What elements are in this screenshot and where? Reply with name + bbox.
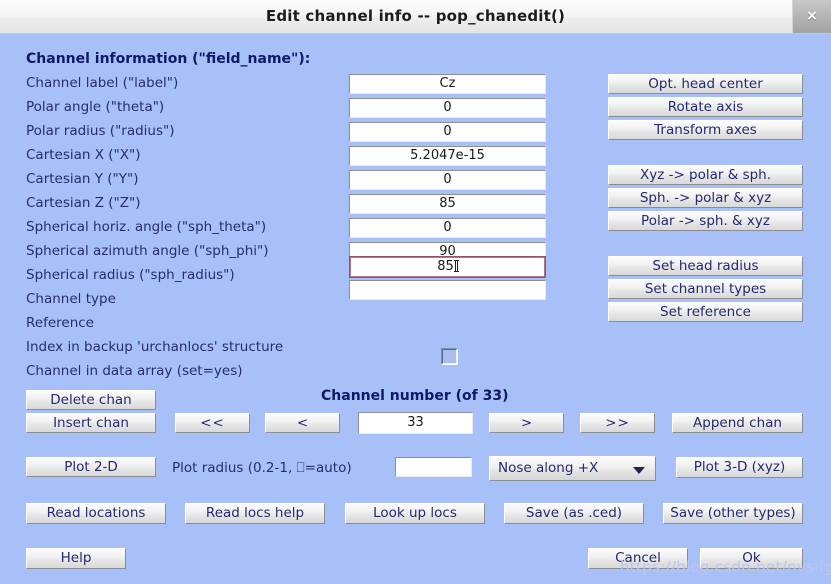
prev-channel-button[interactable]: < xyxy=(265,413,340,433)
read-locations-button[interactable]: Read locations xyxy=(26,503,166,524)
channel-number-input[interactable]: 33 xyxy=(358,412,473,434)
field-label-sph-radius: Spherical radius ("sph_radius") xyxy=(26,267,235,283)
field-label-cartesian-z: Cartesian Z ("Z") xyxy=(26,195,141,211)
field-label-reference: Reference xyxy=(26,315,94,331)
delete-chan-button[interactable]: Delete chan xyxy=(26,390,156,410)
plot-2d-button[interactable]: Plot 2-D xyxy=(26,457,156,477)
channel-number-heading: Channel number (of 33) xyxy=(321,388,509,404)
sph-radius-input[interactable]: 85 xyxy=(349,256,546,278)
field-label-backup-index: Index in backup 'urchanlocs' structure xyxy=(26,339,284,355)
xyz-to-polar-sph-button[interactable]: Xyz -> polar & sph. xyxy=(608,165,803,185)
cartesian-x-input[interactable]: 5.2047e-15 xyxy=(349,146,546,166)
window-title: Edit channel info -- pop_chanedit() xyxy=(265,7,566,25)
transform-axes-button[interactable]: Transform axes xyxy=(608,120,803,140)
channel-in-data-array-checkbox[interactable] xyxy=(441,348,458,365)
rotate-axis-button[interactable]: Rotate axis xyxy=(608,97,803,117)
channel-label-input[interactable]: Cz xyxy=(349,74,546,94)
polar-to-sph-xyz-button[interactable]: Polar -> sph. & xyz xyxy=(608,211,803,231)
set-reference-button[interactable]: Set reference xyxy=(608,302,803,322)
opt-head-center-button[interactable]: Opt. head center xyxy=(608,74,803,94)
field-label-sph-theta: Spherical horiz. angle ("sph_theta") xyxy=(26,219,267,235)
close-icon[interactable]: × xyxy=(792,0,831,33)
field-label-polar-radius: Polar radius ("radius") xyxy=(26,123,175,139)
field-label-channel-in-array: Channel in data array (set=yes) xyxy=(26,363,243,379)
nose-orientation-value: Nose along +X xyxy=(498,460,599,476)
look-up-locs-button[interactable]: Look up locs xyxy=(345,503,485,524)
title-bar: Edit channel info -- pop_chanedit() × xyxy=(0,0,831,34)
insert-chan-button[interactable]: Insert chan xyxy=(26,413,156,433)
plot-3d-button[interactable]: Plot 3-D (xyz) xyxy=(676,457,803,478)
field-label-polar-angle: Polar angle ("theta") xyxy=(26,99,165,115)
next-channel-button[interactable]: > xyxy=(489,413,564,433)
set-channel-types-button[interactable]: Set channel types xyxy=(608,279,803,299)
field-label-cartesian-x: Cartesian X ("X") xyxy=(26,147,141,163)
dialog-window: Edit channel info -- pop_chanedit() × Ch… xyxy=(0,0,831,584)
first-channel-button[interactable]: << xyxy=(175,413,250,433)
set-head-radius-button[interactable]: Set head radius xyxy=(608,256,803,276)
chevron-down-icon xyxy=(633,467,645,474)
polar-radius-input[interactable]: 0 xyxy=(349,122,546,142)
nose-orientation-dropdown[interactable]: Nose along +X xyxy=(489,456,656,481)
sph-theta-input[interactable]: 0 xyxy=(349,218,546,238)
sph-to-polar-xyz-button[interactable]: Sph. -> polar & xyz xyxy=(608,188,803,208)
ok-button[interactable]: Ok xyxy=(700,548,803,569)
text-caret xyxy=(453,260,459,272)
cancel-button[interactable]: Cancel xyxy=(588,548,688,569)
channel-type-input[interactable] xyxy=(349,280,546,300)
field-label-channel-type: Channel type xyxy=(26,291,116,307)
cartesian-y-input[interactable]: 0 xyxy=(349,170,546,190)
polar-angle-input[interactable]: 0 xyxy=(349,98,546,118)
sph-radius-input-value: 85 xyxy=(437,259,454,274)
field-label-channel-label: Channel label ("label") xyxy=(26,75,179,91)
read-locs-help-button[interactable]: Read locs help xyxy=(185,503,325,524)
append-chan-button[interactable]: Append chan xyxy=(672,413,803,433)
last-channel-button[interactable]: >> xyxy=(580,413,655,433)
save-as-ced-button[interactable]: Save (as .ced) xyxy=(504,503,644,524)
plot-radius-input[interactable] xyxy=(395,457,472,477)
plot-radius-label: Plot radius (0.2-1, ⎕=auto) xyxy=(172,460,352,476)
section-heading: Channel information ("field_name"): xyxy=(26,51,311,67)
cartesian-z-input[interactable]: 85 xyxy=(349,194,546,214)
help-button[interactable]: Help xyxy=(26,548,126,569)
save-other-types-button[interactable]: Save (other types) xyxy=(663,503,803,524)
field-label-cartesian-y: Cartesian Y ("Y") xyxy=(26,171,139,187)
field-label-sph-phi: Spherical azimuth angle ("sph_phi") xyxy=(26,243,269,259)
